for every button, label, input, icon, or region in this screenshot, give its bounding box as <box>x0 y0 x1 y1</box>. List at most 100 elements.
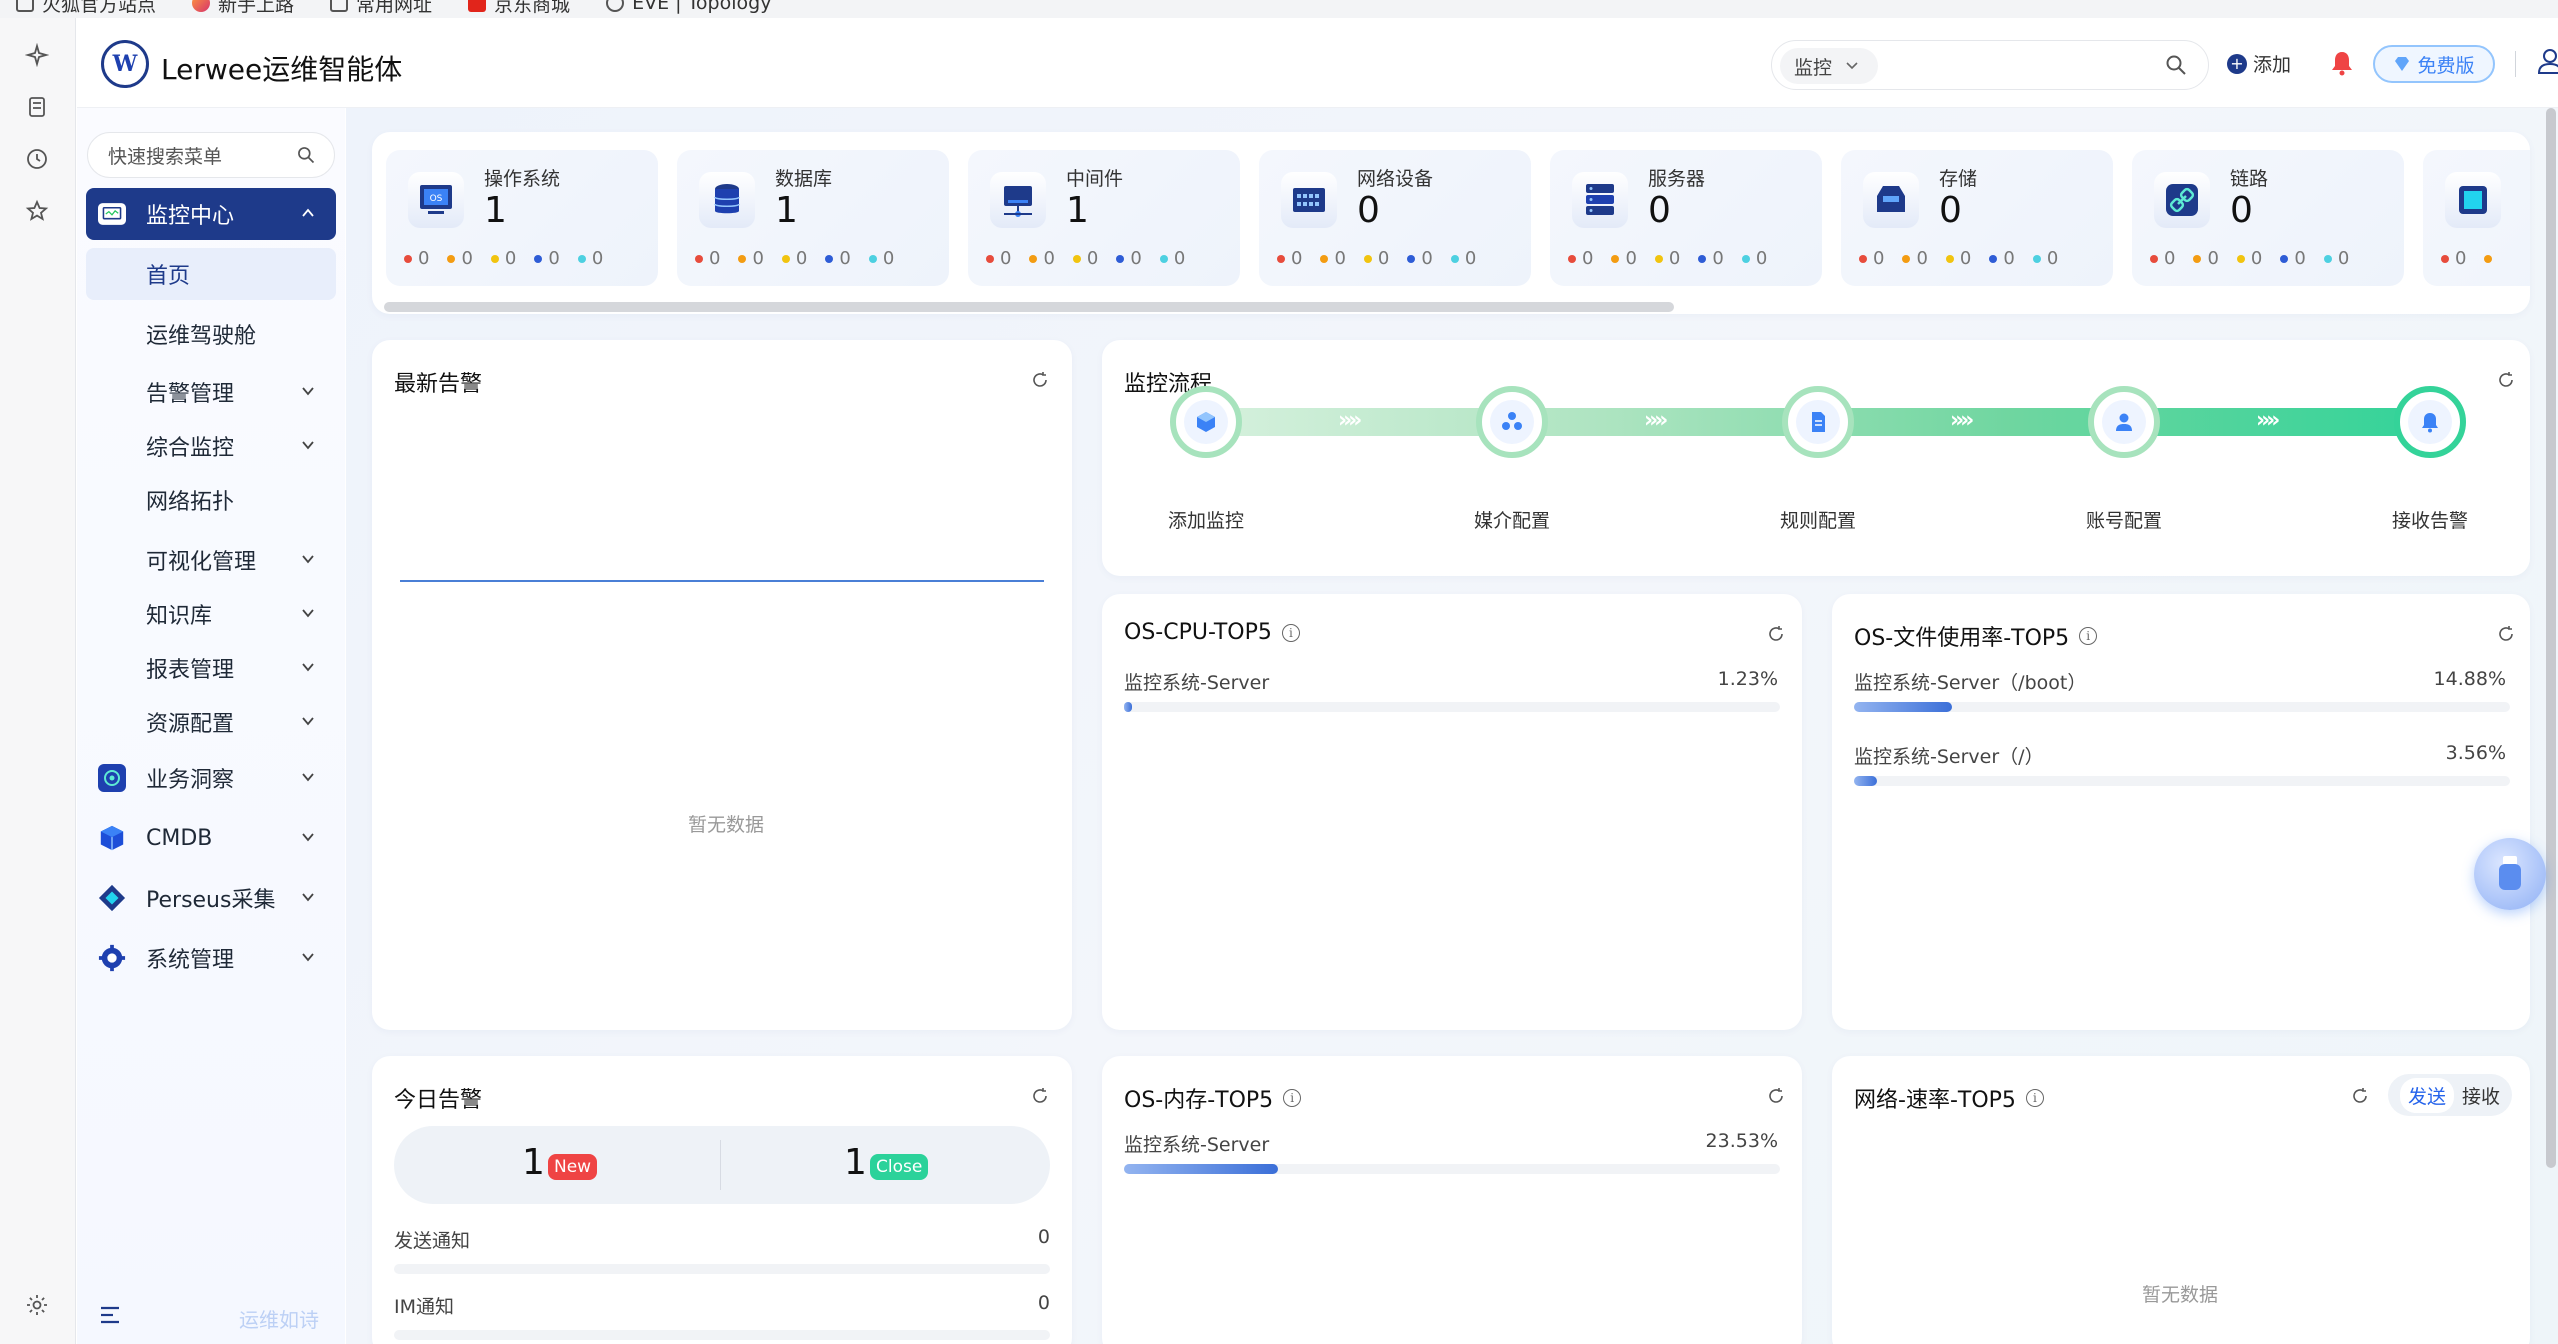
info-icon[interactable]: i <box>2025 1089 2044 1107</box>
menu-search-input[interactable]: 快速搜索菜单 <box>87 132 335 178</box>
folder-icon <box>16 0 34 12</box>
chevron-down-icon <box>1846 62 1858 70</box>
refresh-icon[interactable] <box>2496 370 2516 390</box>
free-edition-badge[interactable]: 免费版 <box>2373 45 2495 83</box>
chevron-down-icon <box>302 953 314 962</box>
flow-label: 接收告警 <box>2391 510 2468 532</box>
usb-drive-icon <box>2499 856 2521 890</box>
refresh-icon[interactable] <box>2496 624 2516 644</box>
sidebar-group-perseus-collect[interactable]: Perseus采集 <box>86 872 336 924</box>
tab-send[interactable]: 发送 <box>2399 1077 2454 1113</box>
refresh-icon[interactable] <box>1766 624 1786 644</box>
sidebar-group-monitor-center[interactable]: 监控中心 <box>86 188 336 240</box>
row-name: 监控系统-Server <box>1124 1134 1270 1156</box>
bookmark-firefox-site[interactable]: 火狐官方站点 <box>16 0 156 17</box>
chevron-down-icon <box>302 387 314 396</box>
info-icon[interactable]: i <box>1281 623 1300 642</box>
stat-os[interactable]: OS 操作系统 1 0 0 0 0 0 <box>386 150 658 286</box>
chevron-down-icon <box>302 717 314 726</box>
bookmark-jd[interactable]: 京东商城 <box>468 0 570 17</box>
flow-step-receive-alert[interactable] <box>2394 386 2466 458</box>
sidebar-group-system-management[interactable]: 系统管理 <box>86 932 336 984</box>
chevron-down-icon <box>302 773 314 782</box>
search-icon[interactable] <box>2164 53 2188 77</box>
refresh-icon[interactable] <box>2350 1086 2370 1106</box>
empty-state: 暂无数据 <box>688 814 765 836</box>
sparkle-icon[interactable] <box>24 42 50 68</box>
new-alert-count[interactable]: 1 <box>522 1142 545 1183</box>
sidebar-slogan: 运维如诗 <box>239 1308 319 1332</box>
sidebar-group-business-insight[interactable]: 业务洞察 <box>86 752 336 804</box>
os-icon: OS <box>408 172 464 228</box>
stat-count: 1 <box>484 190 507 231</box>
sidebar-item-visualization[interactable]: 可视化管理 <box>86 534 336 586</box>
bookmark-eve-topology[interactable]: EVE | Topology <box>606 0 771 14</box>
closed-alert-count[interactable]: 1 <box>844 1142 867 1183</box>
folder-icon <box>330 0 349 12</box>
add-button[interactable]: + 添加 <box>2227 50 2291 77</box>
row-name: 监控系统-Server（/） <box>1854 746 2044 768</box>
horizontal-scrollbar[interactable] <box>384 302 1674 312</box>
global-search[interactable]: 监控 <box>1771 40 2209 90</box>
refresh-icon[interactable] <box>1030 370 1050 390</box>
chevron-up-icon <box>302 208 314 217</box>
stat-partial-next[interactable]: 0 <box>2423 150 2530 286</box>
info-icon[interactable]: i <box>1283 1089 1302 1107</box>
person-icon <box>2116 413 2132 431</box>
sidebar-item-home[interactable]: 首页 <box>86 248 336 300</box>
flow-step-rule-config[interactable] <box>1782 386 1854 458</box>
firefox-icon <box>192 0 211 12</box>
chevron-down-icon <box>302 555 314 564</box>
divider <box>720 1140 721 1190</box>
notify-bar <box>394 1330 1050 1340</box>
stat-link[interactable]: 链路 0 0 0 0 0 0 <box>2132 150 2404 286</box>
flow-step-media-config[interactable] <box>1476 386 1548 458</box>
tab-receive[interactable]: 接收 <box>2462 1082 2500 1109</box>
sidebar-item-alert-management[interactable]: 告警管理 <box>86 366 336 418</box>
stat-database[interactable]: 数据库 1 0 0 0 0 0 <box>677 150 949 286</box>
search-scope-select[interactable]: 监控 <box>1780 48 1878 84</box>
history-icon[interactable] <box>24 146 50 172</box>
row-value: 3.56% <box>2445 742 2506 764</box>
lerwee-logo[interactable]: W <box>101 40 149 88</box>
bell-icon[interactable] <box>2330 50 2354 76</box>
sidebar-item-network-topology[interactable]: 网络拓扑 <box>86 474 336 526</box>
star-icon[interactable] <box>24 198 50 224</box>
sidebar-item-integrated-monitoring[interactable]: 综合监控 <box>86 420 336 472</box>
usage-bar-fill <box>1124 702 1133 712</box>
refresh-icon[interactable] <box>1030 1086 1050 1106</box>
stat-network-device[interactable]: 网络设备 0 0 0 0 0 0 <box>1259 150 1531 286</box>
box-icon <box>1197 412 1215 432</box>
bookmark-common-sites[interactable]: 常用网址 <box>330 0 432 17</box>
sidebar-item-resource-config[interactable]: 资源配置 <box>86 696 336 748</box>
bell-icon <box>2422 413 2438 433</box>
stat-count: 0 <box>1648 190 1671 231</box>
card-title: OS-CPU-TOP5 i <box>1124 620 1300 645</box>
info-icon[interactable]: i <box>2079 627 2098 645</box>
new-badge: New <box>548 1154 598 1180</box>
bookmark-getting-started[interactable]: 新手上路 <box>192 0 294 17</box>
sidebar-item-report-management[interactable]: 报表管理 <box>86 642 336 694</box>
vertical-scrollbar[interactable] <box>2546 108 2556 1168</box>
search-icon[interactable] <box>296 145 316 165</box>
sidebar-item-ops-cockpit[interactable]: 运维驾驶舱 <box>86 308 336 360</box>
sidebar-item-knowledge-base[interactable]: 知识库 <box>86 588 336 640</box>
os-memory-top5-card: OS-内存-TOP5 i 监控系统-Server 23.53% <box>1102 1056 1802 1344</box>
library-icon[interactable] <box>24 94 50 120</box>
flow-step-account-config[interactable] <box>2088 386 2160 458</box>
stat-middleware[interactable]: 中间件 1 0 0 0 0 0 <box>968 150 1240 286</box>
stat-server[interactable]: 服务器 0 0 0 0 0 0 <box>1550 150 1822 286</box>
network-rate-top5-card: 网络-速率-TOP5 i 发送 接收 暂无数据 <box>1832 1056 2530 1344</box>
sidebar-group-cmdb[interactable]: CMDB <box>86 812 336 864</box>
gear-icon <box>98 944 126 972</box>
stat-storage[interactable]: 存储 0 0 0 0 0 0 <box>1841 150 2113 286</box>
today-alerts-card: 今日告警 1 New 1 Close 发送通知 0 IM通知 0 <box>372 1056 1072 1344</box>
floating-assistant-button[interactable] <box>2474 838 2546 910</box>
flow-step-add-monitor[interactable] <box>1170 386 1242 458</box>
user-icon[interactable] <box>2535 46 2558 76</box>
card-title: 最新告警 <box>394 372 483 397</box>
settings-icon[interactable] <box>24 1292 50 1318</box>
collapse-menu-icon[interactable] <box>99 1304 123 1326</box>
card-title: 今日告警 <box>394 1088 483 1113</box>
refresh-icon[interactable] <box>1766 1086 1786 1106</box>
